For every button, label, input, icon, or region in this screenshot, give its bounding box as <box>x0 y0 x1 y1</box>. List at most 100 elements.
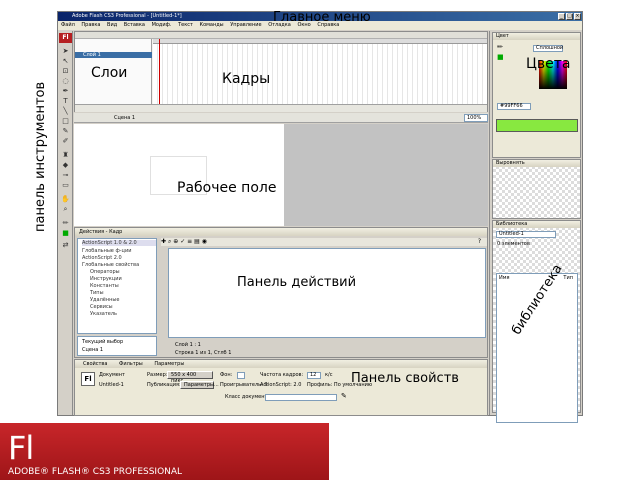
color-panel: Цвет ✏ ■ Сплошной #99FF66 <box>492 32 581 158</box>
maximize-button[interactable]: □ <box>566 13 573 20</box>
fill-type-select[interactable]: Сплошной <box>533 45 563 52</box>
bg-color-swatch[interactable] <box>237 372 245 379</box>
tab-parameters[interactable]: Параметры <box>154 361 184 367</box>
fill-color-icon[interactable]: ■ <box>61 229 70 237</box>
timeline-panel: Слой 1 <box>74 31 488 112</box>
free-transform-tool-icon[interactable]: ⊡ <box>61 67 70 75</box>
actions-target-select[interactable]: ActionScript 1.0 & 2.0 <box>82 240 156 246</box>
tree-item[interactable]: Глобальные свойства <box>82 262 139 268</box>
actions-script-navigator[interactable]: Текущий выбор Сцена 1 <box>77 336 157 356</box>
debug-options-icon[interactable]: ◉ <box>202 238 207 245</box>
actions-toolbox-tree[interactable]: ActionScript 1.0 & 2.0 Глобальные ф-ции … <box>77 238 157 334</box>
playhead[interactable] <box>159 39 160 105</box>
edit-class-icon[interactable]: ✎ <box>341 393 347 400</box>
frame-ruler[interactable] <box>153 39 487 44</box>
tree-item[interactable]: ActionScript 2.0 <box>82 255 122 261</box>
layer-row[interactable]: Слой 1 <box>75 52 152 58</box>
fps-input[interactable]: 12 <box>307 372 321 379</box>
auto-format-icon[interactable]: ≡ <box>187 238 192 245</box>
frames-area[interactable] <box>153 39 487 105</box>
line-tool-icon[interactable]: ╲ <box>61 107 70 115</box>
check-syntax-icon[interactable]: ✓ <box>180 238 185 245</box>
menu-control[interactable]: Управление <box>230 22 261 28</box>
tree-item[interactable]: Указатель <box>90 311 117 317</box>
library-col-type[interactable]: Тип <box>563 275 573 281</box>
swap-colors-icon[interactable]: ⇄ <box>61 241 70 249</box>
lasso-tool-icon[interactable]: ◌ <box>61 77 70 85</box>
settings-button[interactable]: Параметры... <box>180 381 219 389</box>
current-color-swatch <box>496 119 578 132</box>
stage-gray-area <box>284 124 488 226</box>
fill-color-icon[interactable]: ■ <box>497 53 504 61</box>
document-class-input[interactable] <box>265 394 337 401</box>
tree-item[interactable]: Удалённые <box>90 297 119 303</box>
menu-insert[interactable]: Вставка <box>124 22 145 28</box>
selection-tool-icon[interactable]: ➤ <box>61 47 70 55</box>
subselection-tool-icon[interactable]: ↖ <box>61 57 70 65</box>
color-panel-header[interactable]: Цвет <box>493 33 580 40</box>
align-panel-header[interactable]: Выровнять <box>493 160 580 167</box>
stroke-color-icon[interactable]: ✏ <box>61 219 70 227</box>
paint-bucket-tool-icon[interactable]: ◆ <box>61 161 70 169</box>
actions-panel: Действия - Кадр ActionScript 1.0 & 2.0 Г… <box>74 227 488 358</box>
target-icon[interactable]: ⊕ <box>173 238 178 245</box>
tree-item[interactable]: Инструкции <box>90 276 122 282</box>
tab-filters[interactable]: Фильтры <box>119 361 143 367</box>
zoom-tool-icon[interactable]: ⌕ <box>61 205 70 213</box>
actions-header[interactable]: Действия - Кадр <box>75 228 487 236</box>
minimize-button[interactable]: _ <box>558 13 565 20</box>
label-properties: Панель свойств <box>351 371 459 386</box>
nav-item[interactable]: Текущий выбор <box>82 339 123 345</box>
eyedropper-tool-icon[interactable]: ⊸ <box>61 171 70 179</box>
add-action-icon[interactable]: ✚ <box>161 238 166 245</box>
hex-input[interactable]: #99FF66 <box>497 103 531 110</box>
find-icon[interactable]: ⌕ <box>168 238 171 245</box>
fps-unit: к/с <box>325 372 333 378</box>
script-editor[interactable] <box>168 248 486 338</box>
flash-logo-icon: Fl <box>59 33 72 43</box>
menu-commands[interactable]: Команды <box>200 22 224 28</box>
library-document-select[interactable]: Untitled-1 <box>496 231 556 238</box>
hand-tool-icon[interactable]: ✋ <box>61 195 70 203</box>
tree-item[interactable]: Типы <box>90 290 104 296</box>
timeline-footer <box>75 104 487 112</box>
flash-cs3-logo: Fl ADOBE® FLASH® CS3 PROFESSIONAL <box>0 423 329 480</box>
tree-item[interactable]: Сервисы <box>90 304 113 310</box>
size-button[interactable]: 550 x 400 пикс. <box>167 371 213 384</box>
rectangle-tool-icon[interactable]: □ <box>61 117 70 125</box>
library-panel-header[interactable]: Библиотека <box>493 221 580 228</box>
flash-window: Adobe Flash CS3 Professional - [Untitled… <box>57 11 583 423</box>
close-button[interactable]: × <box>574 13 581 20</box>
zoom-select[interactable]: 100% <box>464 114 488 122</box>
help-icon[interactable]: ? <box>478 238 481 246</box>
nav-item[interactable]: Сцена 1 <box>82 347 103 353</box>
pen-tool-icon[interactable]: ✒ <box>61 87 70 95</box>
tree-item[interactable]: Глобальные ф-ции <box>82 248 131 254</box>
pencil-tool-icon[interactable]: ✎ <box>61 127 70 135</box>
tree-item[interactable]: Константы <box>90 283 119 289</box>
stroke-color-icon[interactable]: ✏ <box>497 43 503 51</box>
eraser-tool-icon[interactable]: ▭ <box>61 181 70 189</box>
text-tool-icon[interactable]: T <box>61 97 70 105</box>
library-panel: Библиотека Untitled-1 0 элементов Имя Ти… <box>492 220 581 423</box>
actions-status-text: Строка 1 из 1, Стлб 1 <box>175 350 232 356</box>
window-controls: _ □ × <box>558 13 581 20</box>
size-label: Размер: <box>147 372 168 378</box>
menu-modify[interactable]: Модиф. <box>152 22 172 28</box>
code-hint-icon[interactable]: ▤ <box>194 238 200 245</box>
menu-edit[interactable]: Правка <box>81 22 100 28</box>
menu-view[interactable]: Вид <box>107 22 117 28</box>
library-count: 0 элементов <box>497 241 530 247</box>
scene-name[interactable]: Сцена 1 <box>114 115 135 121</box>
align-panel: Выровнять <box>492 159 581 219</box>
fps-label: Частота кадров: <box>260 372 304 378</box>
menu-text[interactable]: Текст <box>178 22 193 28</box>
actions-layer-tab[interactable]: Слой 1 : 1 <box>175 341 487 349</box>
library-col-name[interactable]: Имя <box>499 275 510 281</box>
tab-properties[interactable]: Свойства <box>83 361 107 367</box>
ink-bottle-tool-icon[interactable]: ♜ <box>61 151 70 159</box>
menu-file[interactable]: Файл <box>61 22 75 28</box>
tree-item[interactable]: Операторы <box>90 269 120 275</box>
brush-tool-icon[interactable]: ✐ <box>61 137 70 145</box>
properties-tabs: Свойства Фильтры Параметры <box>75 360 487 368</box>
